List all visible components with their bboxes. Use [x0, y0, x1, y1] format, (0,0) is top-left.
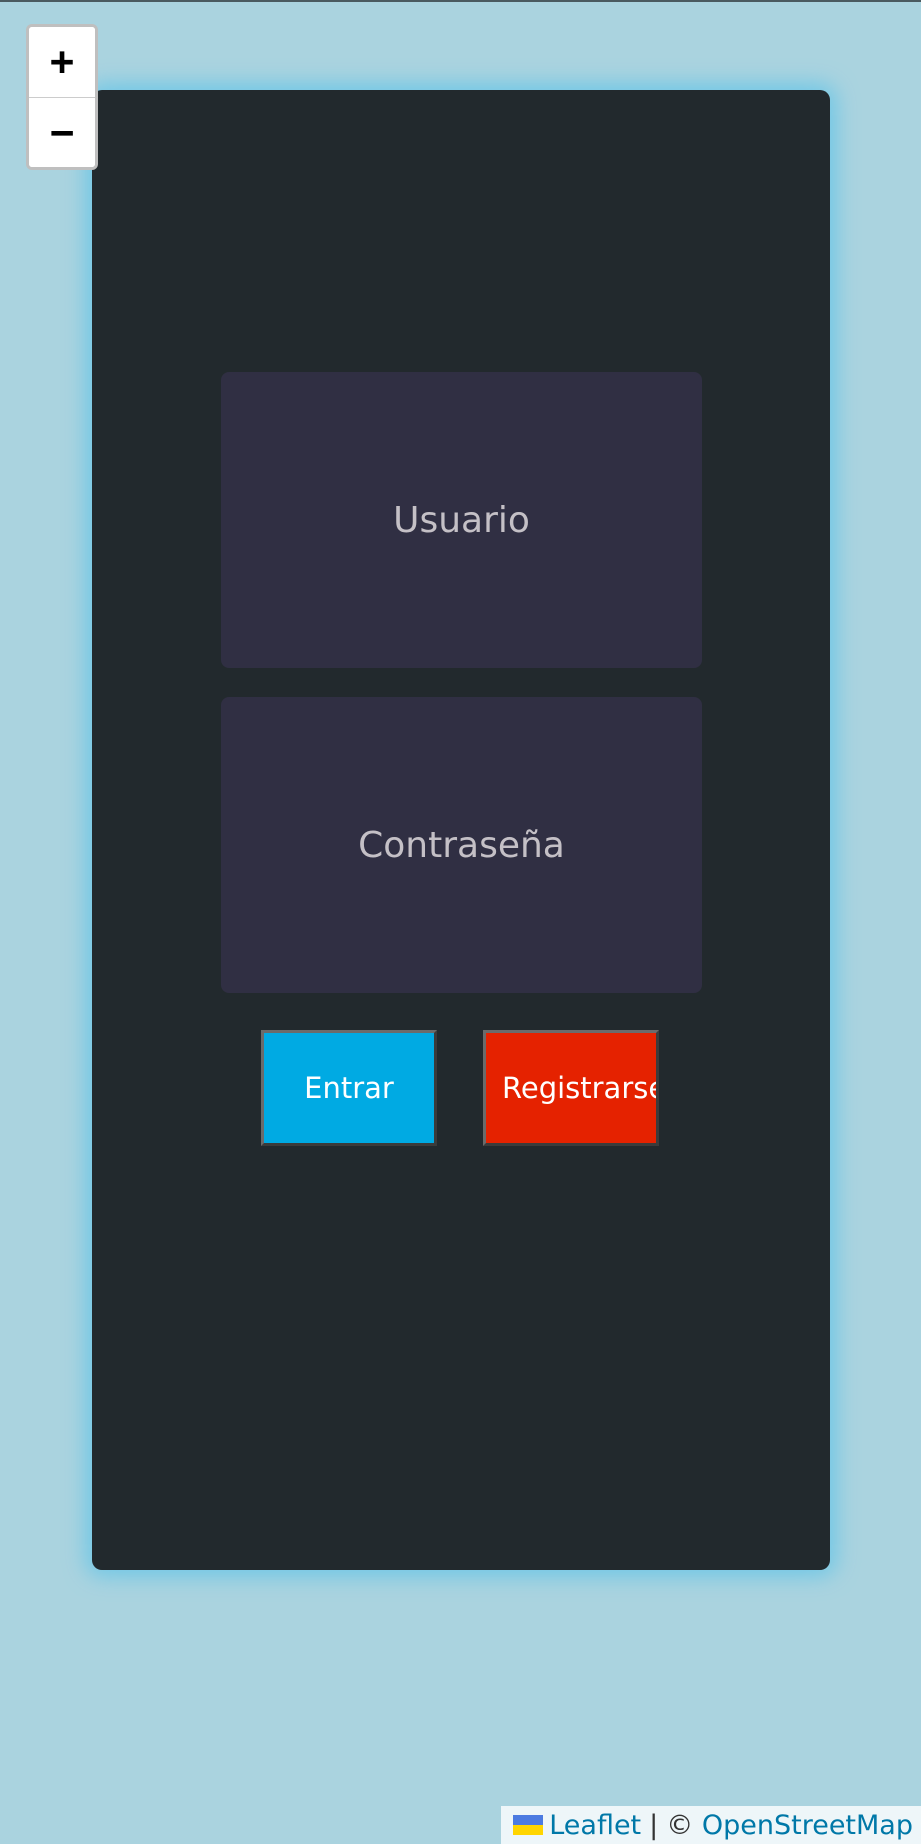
top-border [0, 0, 921, 2]
ukraine-flag-icon [513, 1815, 544, 1835]
zoom-control: + − [26, 24, 98, 170]
login-panel: Usuario Contraseña Entrar Registrarse [92, 90, 830, 1570]
map-attribution: Leaflet | © OpenStreetMap [501, 1806, 921, 1844]
leaflet-link[interactable]: Leaflet [549, 1810, 641, 1841]
username-field[interactable]: Usuario [221, 372, 702, 668]
register-button[interactable]: Registrarse [483, 1030, 659, 1146]
openstreetmap-link[interactable]: OpenStreetMap [702, 1810, 913, 1841]
enter-button[interactable]: Entrar [261, 1030, 437, 1146]
password-field[interactable]: Contraseña [221, 697, 702, 993]
attribution-separator: | [649, 1809, 659, 1841]
zoom-in-button[interactable]: + [29, 27, 95, 97]
copyright-symbol: © [666, 1809, 694, 1841]
zoom-out-button[interactable]: − [29, 97, 95, 167]
